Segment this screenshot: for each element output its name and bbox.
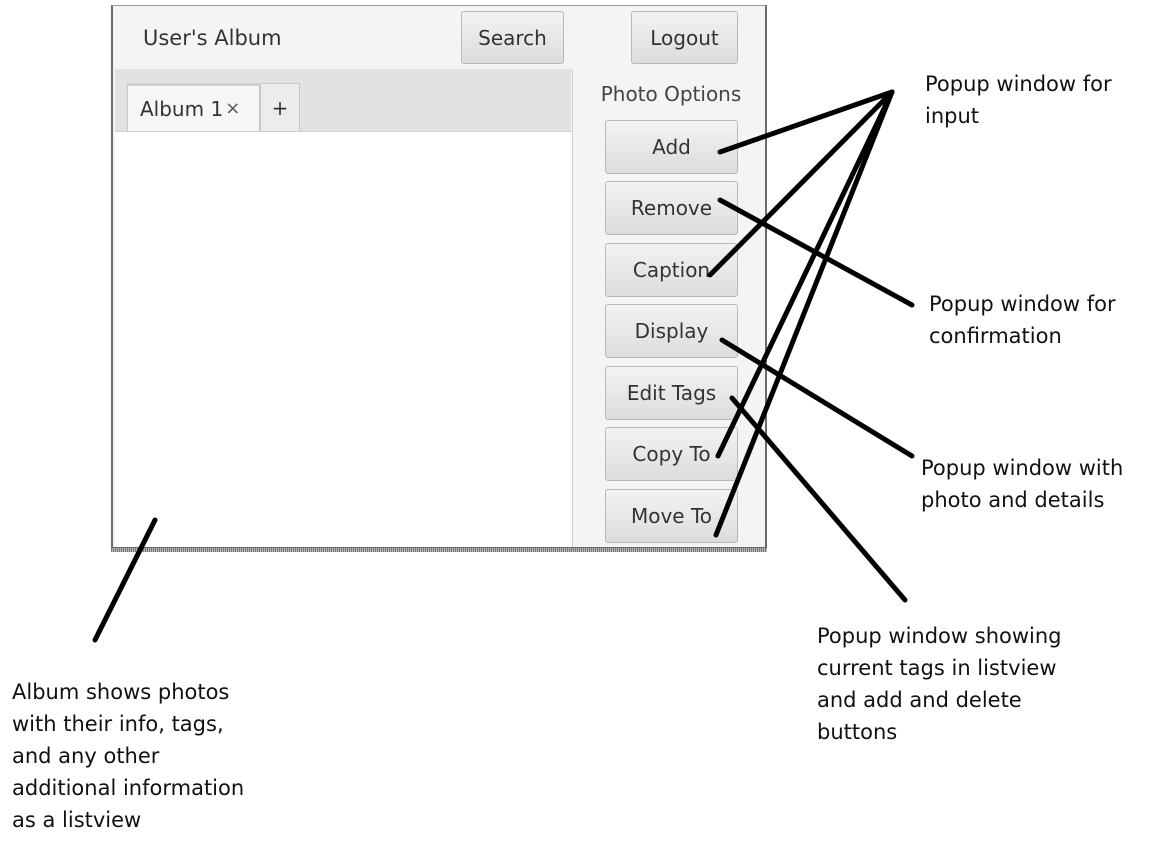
note-tags-line-3: and add and delete (817, 688, 1022, 712)
note-input-line-2: input (925, 104, 980, 128)
note-tags-line-4: buttons (817, 720, 898, 744)
note-album-line-5: as a listview (12, 808, 142, 832)
note-details-line-1: Popup window with (921, 456, 1124, 480)
line-album-list-to-album-note (92, 517, 158, 643)
note-tags-popup: Popup window showing current tags in lis… (817, 620, 1062, 748)
note-confirmation-line-1: Popup window for (929, 292, 1116, 316)
note-album-line-3: and any other (12, 744, 160, 768)
note-album-listview: Album shows photos with their info, tags… (12, 676, 244, 836)
line-display-to-details-note (719, 337, 915, 459)
note-album-line-1: Album shows photos (12, 680, 230, 704)
note-input-popup: Popup window for input (925, 68, 1112, 132)
note-input-line-1: Popup window for (925, 72, 1112, 96)
note-details-popup: Popup window with photo and details (921, 452, 1123, 516)
line-caption-to-input-note (707, 89, 895, 278)
note-tags-line-2: current tags in listview (817, 656, 1057, 680)
note-details-line-2: photo and details (921, 488, 1105, 512)
line-move-to-input-note (713, 89, 895, 538)
note-album-line-2: with their info, tags, (12, 712, 224, 736)
note-confirmation-popup: Popup window for confirmation (929, 288, 1116, 352)
line-copy-to-input-note (715, 89, 895, 459)
note-tags-line-1: Popup window showing (817, 624, 1062, 648)
line-edit-tags-to-tags-note (729, 395, 908, 603)
note-album-line-4: additional information (12, 776, 245, 800)
note-confirmation-line-2: confirmation (929, 324, 1062, 348)
